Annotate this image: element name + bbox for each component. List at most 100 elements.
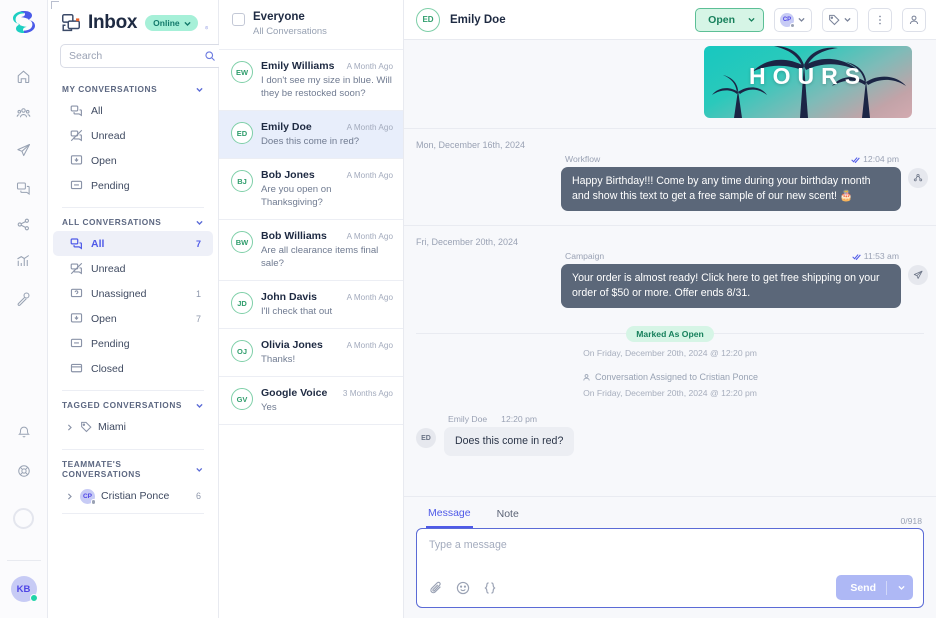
sidebar-item-unassigned[interactable]: Unassigned 1 [53,281,213,306]
message-sender: Workflow [565,154,601,164]
send-button[interactable]: Send [836,575,913,600]
app-root: KB Inbox Online Search MY CONVERSATIONS … [0,0,936,618]
system-event-timestamp: On Friday, December 20th, 2024 @ 12:20 p… [583,388,757,398]
conversation-name: Emily Doe [261,121,312,133]
presence-dot-icon [29,594,38,602]
avatar-initials: EW [235,67,249,77]
sidebar-item-my-unread[interactable]: Unread [53,123,213,148]
inbound-message: ED Emily Doe 12:20 pm Does this come in … [404,400,936,456]
rail-nav-items [7,60,41,314]
more-options-button[interactable] [868,7,892,32]
media-caption: HOURS [748,63,868,89]
message-input[interactable] [427,537,913,575]
outbound-message: Workflow 12:04 pm Happy Birthday!!! Come… [404,152,936,225]
emoji-icon[interactable] [456,581,470,595]
chevron-down-icon[interactable] [195,218,204,227]
chevron-down-icon[interactable] [897,583,906,592]
message-sender: Campaign [565,251,605,261]
sidebar-item-my-open[interactable]: Open [53,148,213,173]
section-header-all-conversations[interactable]: ALL CONVERSATIONS [48,211,218,231]
sidebar-item-all-all[interactable]: All 7 [53,231,213,256]
list-item[interactable]: EW Emily Williams A Month Ago I don't se… [219,50,403,111]
sidebar-item-label: Unread [91,262,126,275]
variable-icon[interactable] [483,581,497,595]
contact-details-button[interactable] [902,7,926,32]
day-label: Mon, December 16th, 2024 [416,140,526,150]
notifications-icon[interactable] [7,416,41,448]
list-item[interactable]: ED Emily Doe A Month Ago Does this come … [219,111,403,159]
chevron-right-icon[interactable] [65,492,74,501]
sidebar-item-all-open[interactable]: Open 7 [53,306,213,331]
search-field[interactable] [60,43,223,68]
contacts-icon[interactable] [7,97,41,129]
select-all-checkbox[interactable] [232,13,245,26]
sidebar-item-closed[interactable]: Closed [53,356,213,381]
analytics-icon[interactable] [7,245,41,277]
collapse-corner-icon[interactable] [51,1,59,9]
chevron-down-icon[interactable] [195,465,204,474]
list-item[interactable]: BW Bob Williams A Month Ago Are all clea… [219,220,403,281]
open-icon [70,154,83,167]
brand-logo[interactable] [0,2,48,42]
sidebar-item-all-pending[interactable]: Pending [53,331,213,356]
list-item[interactable]: BJ Bob Jones A Month Ago Are you open on… [219,159,403,220]
chevron-right-icon[interactable] [65,423,74,432]
chats-icon [70,237,83,250]
sidebar-item-label: Cristian Ponce [101,490,170,502]
composer-tools [427,581,497,595]
list-item[interactable]: OJ Olivia Jones A Month Ago Thanks! [219,329,403,377]
status-dropdown-label: Open [708,13,735,26]
composer-tabs: Message Note 0/918 [416,497,924,528]
message-timestamp: 12:20 pm [501,414,538,424]
more-vertical-icon [879,15,881,24]
status-dropdown-button[interactable]: Open [695,7,764,32]
open-icon [70,312,83,325]
user-avatar[interactable]: KB [10,576,38,602]
unread-icon [70,129,83,142]
status-badge[interactable]: Online [145,15,198,31]
conversation-timestamp: A Month Ago [346,293,393,302]
composer-footer: Send [427,575,913,600]
sidebar-item-label: Closed [91,362,124,375]
avatar: ED [416,428,436,448]
sidebar-item-all-unread[interactable]: Unread [53,256,213,281]
home-icon[interactable] [7,60,41,92]
composer-box[interactable]: Send [416,528,924,608]
inbox-icon[interactable] [7,171,41,203]
inbox-header-icon [60,12,82,34]
tag-dropdown-button[interactable] [822,7,858,32]
tab-message[interactable]: Message [426,497,473,528]
list-item[interactable]: JD John Davis A Month Ago I'll check tha… [219,281,403,329]
sidebar-item-label: All [91,104,103,117]
section-header-my-conversations[interactable]: MY CONVERSATIONS [48,78,218,98]
sidebar-item-my-pending[interactable]: Pending [53,173,213,198]
help-support-icon[interactable] [7,455,41,487]
sidebar-item-my-all[interactable]: All [53,98,213,123]
avatar: BW [231,231,253,253]
assignee-dropdown-button[interactable]: CP [774,7,812,32]
section-header-teammates-conversations[interactable]: TEAMMATE'S CONVERSATIONS [48,453,218,483]
search-icon [205,50,215,61]
system-event-marked-open: Marked As Open [416,324,924,342]
campaigns-icon[interactable] [7,134,41,166]
section-header-tagged-conversations[interactable]: TAGGED CONVERSATIONS [48,394,218,414]
help-icon[interactable] [204,17,208,30]
message-action-button[interactable] [908,265,928,285]
message-action-button[interactable] [908,168,928,188]
workflows-icon[interactable] [7,208,41,240]
conversation-name: Emily Williams [261,60,335,72]
tools-icon[interactable] [7,282,41,314]
sidebar-item-label: Unassigned [91,287,147,300]
sidebar-item-label: Open [91,154,117,167]
media-attachment[interactable]: HOURS [704,46,912,118]
system-event-text: Conversation Assigned to Cristian Ponce [594,372,759,382]
sidebar-item-teammate-cristian-ponce[interactable]: CP Cristian Ponce 6 [53,483,213,509]
chevron-down-icon[interactable] [195,85,204,94]
chevron-down-icon[interactable] [195,401,204,410]
tab-note[interactable]: Note [495,498,521,527]
message-thread[interactable]: HOURS Mon, December 16th, 2024 Workflow … [404,40,936,496]
attachment-icon[interactable] [429,581,443,595]
search-input[interactable] [69,49,204,62]
list-item[interactable]: GV Google Voice 3 Months Ago Yes [219,377,403,425]
sidebar-item-tag-miami[interactable]: Miami [53,414,213,440]
